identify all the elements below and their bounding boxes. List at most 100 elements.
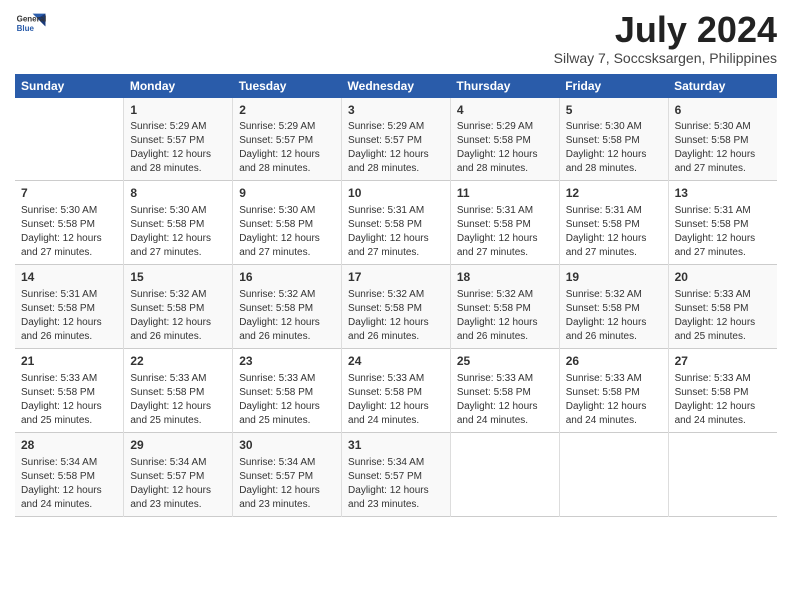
col-header-sunday: Sunday [15, 74, 124, 98]
week-row-3: 14 Sunrise: 5:31 AM Sunset: 5:58 PM Dayli… [15, 265, 777, 349]
day-cell: 30 Sunrise: 5:34 AM Sunset: 5:57 PM Dayli… [233, 432, 342, 516]
calendar-header-row: SundayMondayTuesdayWednesdayThursdayFrid… [15, 74, 777, 98]
day-cell: 16 Sunrise: 5:32 AM Sunset: 5:58 PM Dayli… [233, 265, 342, 349]
day-cell: 9 Sunrise: 5:30 AM Sunset: 5:58 PM Daylig… [233, 181, 342, 265]
day-number: 1 [130, 102, 226, 119]
day-cell: 21 Sunrise: 5:33 AM Sunset: 5:58 PM Dayli… [15, 348, 124, 432]
day-number: 7 [21, 185, 117, 202]
day-cell: 27 Sunrise: 5:33 AM Sunset: 5:58 PM Dayli… [668, 348, 777, 432]
day-cell: 7 Sunrise: 5:30 AM Sunset: 5:58 PM Daylig… [15, 181, 124, 265]
day-info: Sunrise: 5:31 AM Sunset: 5:58 PM Dayligh… [566, 204, 662, 260]
day-number: 11 [457, 185, 553, 202]
day-info: Sunrise: 5:32 AM Sunset: 5:58 PM Dayligh… [348, 288, 444, 344]
day-cell [559, 432, 668, 516]
day-info: Sunrise: 5:32 AM Sunset: 5:58 PM Dayligh… [239, 288, 335, 344]
day-cell [450, 432, 559, 516]
day-cell: 3Sunrise: 5:29 AM Sunset: 5:57 PM Daylig… [342, 98, 451, 181]
day-info: Sunrise: 5:29 AM Sunset: 5:57 PM Dayligh… [348, 120, 444, 176]
week-row-5: 28Sunrise: 5:34 AM Sunset: 5:58 PM Dayli… [15, 432, 777, 516]
day-number: 23 [239, 353, 335, 370]
location-title: Silway 7, Soccsksargen, Philippines [554, 50, 777, 66]
day-info: Sunrise: 5:31 AM Sunset: 5:58 PM Dayligh… [348, 204, 444, 260]
day-info: Sunrise: 5:32 AM Sunset: 5:58 PM Dayligh… [457, 288, 553, 344]
day-number: 12 [566, 185, 662, 202]
day-number: 6 [675, 102, 771, 119]
day-info: Sunrise: 5:32 AM Sunset: 5:58 PM Dayligh… [130, 288, 226, 344]
day-number: 10 [348, 185, 444, 202]
week-row-1: 1 Sunrise: 5:29 AM Sunset: 5:57 PM Daylig… [15, 98, 777, 181]
day-info: Sunrise: 5:30 AM Sunset: 5:58 PM Dayligh… [239, 204, 335, 260]
col-header-saturday: Saturday [668, 74, 777, 98]
day-info: Sunrise: 5:31 AM Sunset: 5:58 PM Dayligh… [21, 288, 117, 344]
day-cell: 25 Sunrise: 5:33 AM Sunset: 5:58 PM Dayli… [450, 348, 559, 432]
day-cell: 28Sunrise: 5:34 AM Sunset: 5:58 PM Dayli… [15, 432, 124, 516]
day-cell: 22 Sunrise: 5:33 AM Sunset: 5:58 PM Dayli… [124, 348, 233, 432]
col-header-thursday: Thursday [450, 74, 559, 98]
day-number: 29 [130, 437, 226, 454]
day-info: Sunrise: 5:30 AM Sunset: 5:58 PM Dayligh… [675, 120, 771, 176]
day-number: 27 [675, 353, 771, 370]
day-number: 22 [130, 353, 226, 370]
day-cell: 11 Sunrise: 5:31 AM Sunset: 5:58 PM Dayli… [450, 181, 559, 265]
col-header-wednesday: Wednesday [342, 74, 451, 98]
day-info: Sunrise: 5:29 AM Sunset: 5:57 PM Dayligh… [239, 120, 335, 176]
day-info: Sunrise: 5:30 AM Sunset: 5:58 PM Dayligh… [21, 204, 117, 260]
day-info: Sunrise: 5:33 AM Sunset: 5:58 PM Dayligh… [21, 372, 117, 428]
day-cell: 4Sunrise: 5:29 AM Sunset: 5:58 PM Daylig… [450, 98, 559, 181]
day-number: 5 [566, 102, 662, 119]
day-number: 25 [457, 353, 553, 370]
logo: General Blue [15, 10, 47, 38]
day-cell: 6Sunrise: 5:30 AM Sunset: 5:58 PM Daylig… [668, 98, 777, 181]
day-number: 30 [239, 437, 335, 454]
day-cell: 26Sunrise: 5:33 AM Sunset: 5:58 PM Dayli… [559, 348, 668, 432]
day-number: 28 [21, 437, 117, 454]
day-info: Sunrise: 5:33 AM Sunset: 5:58 PM Dayligh… [130, 372, 226, 428]
day-info: Sunrise: 5:34 AM Sunset: 5:57 PM Dayligh… [239, 456, 335, 512]
day-cell: 12 Sunrise: 5:31 AM Sunset: 5:58 PM Dayli… [559, 181, 668, 265]
day-number: 13 [675, 185, 771, 202]
day-cell [15, 98, 124, 181]
day-number: 26 [566, 353, 662, 370]
month-title: July 2024 [554, 10, 777, 50]
day-info: Sunrise: 5:33 AM Sunset: 5:58 PM Dayligh… [675, 372, 771, 428]
svg-text:Blue: Blue [17, 24, 35, 33]
day-number: 21 [21, 353, 117, 370]
day-cell: 20 Sunrise: 5:33 AM Sunset: 5:58 PM Dayli… [668, 265, 777, 349]
day-cell: 24 Sunrise: 5:33 AM Sunset: 5:58 PM Dayli… [342, 348, 451, 432]
day-cell: 17 Sunrise: 5:32 AM Sunset: 5:58 PM Dayli… [342, 265, 451, 349]
day-cell: 13Sunrise: 5:31 AM Sunset: 5:58 PM Dayli… [668, 181, 777, 265]
week-row-2: 7 Sunrise: 5:30 AM Sunset: 5:58 PM Daylig… [15, 181, 777, 265]
day-info: Sunrise: 5:30 AM Sunset: 5:58 PM Dayligh… [130, 204, 226, 260]
day-number: 15 [130, 269, 226, 286]
day-cell: 31Sunrise: 5:34 AM Sunset: 5:57 PM Dayli… [342, 432, 451, 516]
day-number: 19 [566, 269, 662, 286]
week-row-4: 21 Sunrise: 5:33 AM Sunset: 5:58 PM Dayli… [15, 348, 777, 432]
col-header-monday: Monday [124, 74, 233, 98]
day-info: Sunrise: 5:34 AM Sunset: 5:57 PM Dayligh… [348, 456, 444, 512]
day-cell: 19 Sunrise: 5:32 AM Sunset: 5:58 PM Dayli… [559, 265, 668, 349]
day-number: 9 [239, 185, 335, 202]
day-cell: 29Sunrise: 5:34 AM Sunset: 5:57 PM Dayli… [124, 432, 233, 516]
day-info: Sunrise: 5:33 AM Sunset: 5:58 PM Dayligh… [457, 372, 553, 428]
day-info: Sunrise: 5:29 AM Sunset: 5:58 PM Dayligh… [457, 120, 553, 176]
day-number: 17 [348, 269, 444, 286]
day-info: Sunrise: 5:31 AM Sunset: 5:58 PM Dayligh… [457, 204, 553, 260]
day-number: 3 [348, 102, 444, 119]
day-info: Sunrise: 5:33 AM Sunset: 5:58 PM Dayligh… [239, 372, 335, 428]
day-number: 14 [21, 269, 117, 286]
day-info: Sunrise: 5:32 AM Sunset: 5:58 PM Dayligh… [566, 288, 662, 344]
day-cell: 1Sunrise: 5:29 AM Sunset: 5:57 PM Daylig… [124, 98, 233, 181]
col-header-tuesday: Tuesday [233, 74, 342, 98]
day-info: Sunrise: 5:33 AM Sunset: 5:58 PM Dayligh… [348, 372, 444, 428]
day-number: 24 [348, 353, 444, 370]
day-number: 4 [457, 102, 553, 119]
day-cell: 2Sunrise: 5:29 AM Sunset: 5:57 PM Daylig… [233, 98, 342, 181]
day-number: 8 [130, 185, 226, 202]
day-number: 20 [675, 269, 771, 286]
day-cell: 5Sunrise: 5:30 AM Sunset: 5:58 PM Daylig… [559, 98, 668, 181]
day-info: Sunrise: 5:33 AM Sunset: 5:58 PM Dayligh… [675, 288, 771, 344]
day-cell: 10 Sunrise: 5:31 AM Sunset: 5:58 PM Dayli… [342, 181, 451, 265]
logo-icon: General Blue [15, 10, 47, 38]
day-number: 16 [239, 269, 335, 286]
day-cell [668, 432, 777, 516]
